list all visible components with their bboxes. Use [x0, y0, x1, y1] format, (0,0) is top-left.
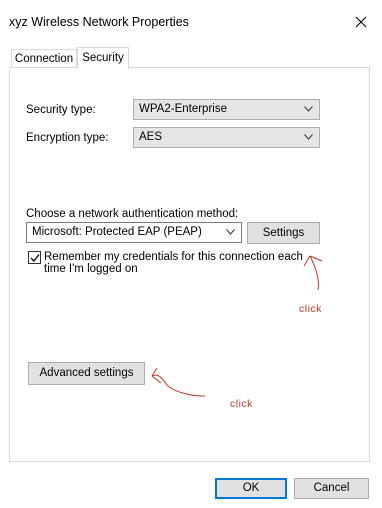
annotation-click-settings: click — [299, 303, 322, 315]
annotation-arrow-settings — [303, 255, 323, 291]
tab-security[interactable]: Security — [77, 47, 129, 69]
cancel-button[interactable]: Cancel — [294, 478, 369, 499]
annotation-click-advanced: click — [230, 398, 253, 410]
ok-button[interactable]: OK — [215, 478, 287, 499]
annotation-arrow-advanced — [151, 367, 206, 397]
annotation-arrows — [151, 255, 323, 397]
